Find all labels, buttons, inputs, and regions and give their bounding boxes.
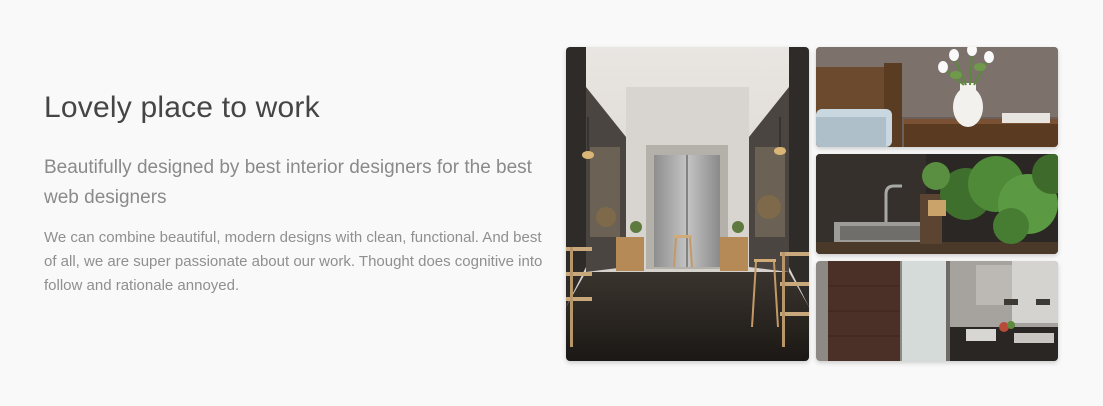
section-lead: Beautifully designed by best interior de… — [44, 157, 532, 208]
gallery-photo-sink-plants — [816, 154, 1058, 254]
text-column: Lovely place to work Beautifully designe… — [44, 88, 544, 298]
gallery-photo-interior-hall — [566, 47, 809, 361]
photo-gallery — [566, 47, 1058, 361]
about-section: Lovely place to work Beautifully designe… — [0, 0, 1103, 406]
gallery-photo-bedroom-vase — [816, 47, 1058, 147]
section-body: We can combine beautiful, modern designs… — [44, 229, 543, 294]
section-title: Lovely place to work — [44, 91, 320, 124]
gallery-photo-restroom — [816, 261, 1058, 361]
